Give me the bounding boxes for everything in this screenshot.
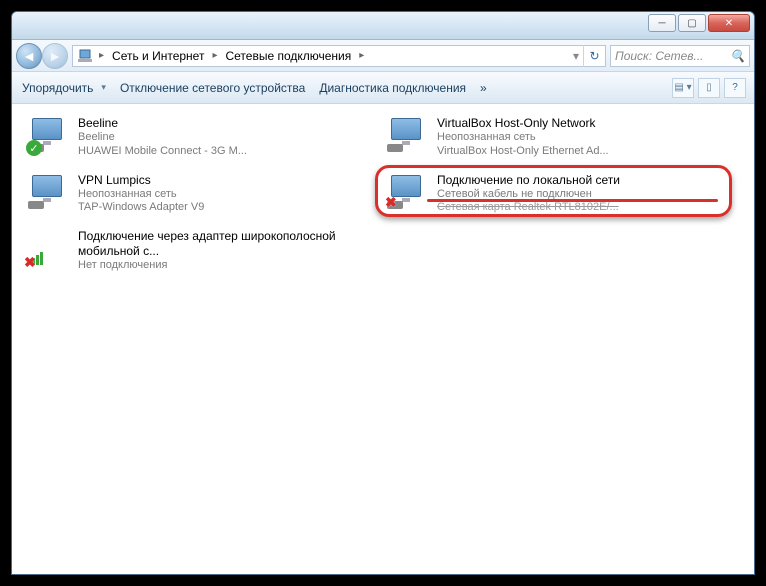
connection-device: Сетевая карта Realtek RTL8102E/...	[437, 201, 740, 215]
connection-device: TAP-Windows Adapter V9	[78, 201, 381, 215]
network-adapter-icon	[385, 116, 429, 156]
connection-status: Неопознанная сеть	[437, 131, 740, 145]
connection-item-virtualbox[interactable]: VirtualBox Host-Only Network Неопознанна…	[383, 112, 742, 163]
search-icon: 🔍	[730, 49, 745, 63]
forward-button[interactable]: ►	[42, 43, 68, 69]
connection-status: Нет подключения	[78, 259, 381, 273]
connection-item-lan[interactable]: ✖ Подключение по локальной сети Сетевой …	[383, 169, 742, 220]
preview-pane-button[interactable]: ▯	[698, 78, 720, 98]
error-x-icon: ✖	[24, 254, 36, 271]
search-placeholder: Поиск: Сетев...	[615, 49, 704, 63]
nav-bar: ◄ ► ▸ Сеть и Интернет ▸ Сетевые подключе…	[12, 40, 754, 72]
network-adapter-icon: ✓	[26, 116, 70, 156]
network-adapter-icon	[26, 173, 70, 213]
minimize-button[interactable]: ─	[648, 14, 676, 32]
refresh-button[interactable]: ↻	[583, 45, 605, 67]
connection-name: Beeline	[78, 116, 381, 131]
breadcrumb-sep-icon: ▸	[97, 50, 106, 61]
network-adapter-icon: ✖	[385, 173, 429, 213]
connections-list: ✓ Beeline Beeline HUAWEI Mobile Connect …	[12, 104, 754, 291]
connection-name: Подключение по локальной сети	[437, 173, 740, 188]
address-dropdown-icon[interactable]: ▾	[569, 49, 583, 63]
disable-device-button[interactable]: Отключение сетевого устройства	[120, 81, 305, 95]
connection-status: Beeline	[78, 131, 381, 145]
connection-status: Сетевой кабель не подключен	[437, 188, 740, 202]
connection-status: Неопознанная сеть	[78, 188, 381, 202]
titlebar[interactable]: ─ ▢ ✕	[12, 12, 754, 40]
breadcrumb-root[interactable]: Сеть и Интернет	[106, 49, 210, 63]
close-button[interactable]: ✕	[708, 14, 750, 32]
check-badge-icon: ✓	[26, 140, 42, 156]
connection-item-mobile-broadband[interactable]: ✖ Подключение через адаптер широкополосн…	[24, 225, 383, 277]
help-button[interactable]: ?	[724, 78, 746, 98]
connection-name: VirtualBox Host-Only Network	[437, 116, 740, 131]
breadcrumb-sep-icon: ▸	[357, 50, 366, 61]
address-bar[interactable]: ▸ Сеть и Интернет ▸ Сетевые подключения …	[72, 45, 606, 67]
command-bar: Упорядочить Отключение сетевого устройст…	[12, 72, 754, 104]
connection-device: HUAWEI Mobile Connect - 3G M...	[78, 145, 381, 159]
maximize-button[interactable]: ▢	[678, 14, 706, 32]
diagnose-button[interactable]: Диагностика подключения	[319, 81, 466, 95]
view-options-button[interactable]: ▤ ▾	[672, 78, 694, 98]
connection-name: Подключение через адаптер широкополосной…	[78, 229, 381, 259]
connection-name: VPN Lumpics	[78, 173, 381, 188]
error-x-icon: ✖	[385, 194, 397, 211]
connection-item-beeline[interactable]: ✓ Beeline Beeline HUAWEI Mobile Connect …	[24, 112, 383, 163]
breadcrumb-current[interactable]: Сетевые подключения	[219, 49, 357, 63]
explorer-window: ─ ▢ ✕ ◄ ► ▸ Сеть и Интернет ▸ Сетевые по…	[11, 11, 755, 575]
connection-device: VirtualBox Host-Only Ethernet Ad...	[437, 145, 740, 159]
search-input[interactable]: Поиск: Сетев... 🔍	[610, 45, 750, 67]
connection-item-vpn[interactable]: VPN Lumpics Неопознанная сеть TAP-Window…	[24, 169, 383, 220]
network-location-icon	[77, 48, 93, 64]
network-adapter-icon: ✖	[26, 229, 70, 269]
organize-menu[interactable]: Упорядочить	[22, 81, 106, 95]
breadcrumb-sep-icon: ▸	[210, 50, 219, 61]
more-commands-button[interactable]: »	[480, 81, 487, 95]
back-button[interactable]: ◄	[16, 43, 42, 69]
